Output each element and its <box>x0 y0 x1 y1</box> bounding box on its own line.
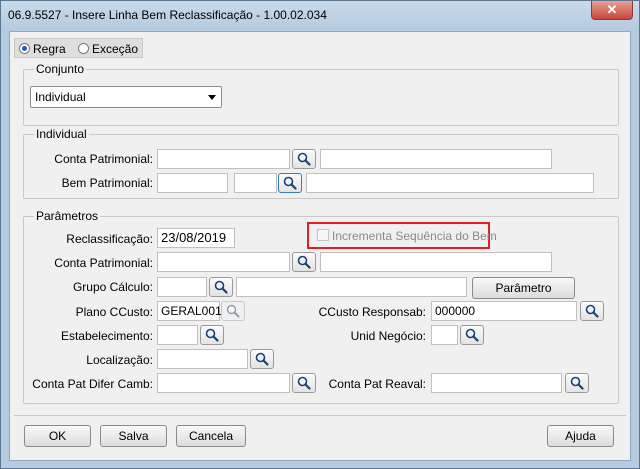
search-icon <box>283 176 297 190</box>
individual-conta-patrimonial-search-button[interactable] <box>292 149 316 169</box>
save-button[interactable]: Salva <box>100 425 167 447</box>
conjunto-group-label: Conjunto <box>34 62 87 76</box>
search-icon <box>297 152 311 166</box>
ccusto-responsab-input[interactable]: 000000 <box>431 301 577 321</box>
parametros-group-label: Parâmetros <box>34 209 101 223</box>
grupo-calculo-description <box>236 277 467 297</box>
cancel-button[interactable]: Cancela <box>176 425 246 447</box>
conjunto-select[interactable]: Individual <box>30 86 222 108</box>
ok-button[interactable]: OK <box>24 425 91 447</box>
estabelecimento-input[interactable] <box>157 325 198 345</box>
individual-bem-patrimonial-label: Bem Patrimonial: <box>61 176 153 190</box>
parametro-button[interactable]: Parâmetro <box>472 277 575 299</box>
window-title: 06.9.5527 - Insere Linha Bem Reclassific… <box>8 8 327 22</box>
reclassificacao-date-input[interactable]: 23/08/2019 <box>157 228 235 248</box>
conta-pat-reaval-search-button[interactable] <box>565 373 589 393</box>
search-icon <box>255 352 269 366</box>
grupo-calculo-label: Grupo Cálculo: <box>72 280 153 294</box>
individual-bem-patrimonial-input[interactable] <box>157 173 228 193</box>
dialog-window: 06.9.5527 - Insere Linha Bem Reclassific… <box>0 0 640 469</box>
conta-pat-reaval-label: Conta Pat Reaval: <box>328 377 426 391</box>
incrementa-checkbox-label[interactable]: Incrementa Sequência do Bem <box>332 229 497 243</box>
search-icon <box>585 304 599 318</box>
individual-conta-patrimonial-label: Conta Patrimonial: <box>54 152 153 166</box>
plano-ccusto-input[interactable]: GERAL001 <box>157 301 222 321</box>
search-icon <box>226 304 240 318</box>
title-bar[interactable]: 06.9.5527 - Insere Linha Bem Reclassific… <box>1 1 639 29</box>
unid-negocio-search-button[interactable] <box>460 325 484 345</box>
grupo-calculo-search-button[interactable] <box>209 277 233 297</box>
dialog-client-area: Regra Exceção Conjunto Individual Indivi… <box>9 31 631 461</box>
button-bar-divider <box>14 415 626 416</box>
unid-negocio-input[interactable] <box>431 325 458 345</box>
close-button[interactable]: ✕ <box>591 1 633 20</box>
conjunto-select-value: Individual <box>35 90 86 104</box>
grupo-calculo-input[interactable] <box>157 277 207 297</box>
estabelecimento-label: Estabelecimento: <box>60 329 153 343</box>
radio-regra[interactable] <box>19 43 30 54</box>
search-icon <box>297 255 311 269</box>
help-button[interactable]: Ajuda <box>547 425 614 447</box>
radio-excecao-label[interactable]: Exceção <box>92 42 138 56</box>
individual-bem-patrimonial-search-button[interactable] <box>278 173 302 193</box>
reclassificacao-label: Reclassificação: <box>66 232 153 246</box>
localizacao-label: Localização: <box>86 353 153 367</box>
individual-conta-patrimonial-description <box>320 149 552 169</box>
search-icon <box>297 376 311 390</box>
conta-pat-difer-camb-label: Conta Pat Difer Camb: <box>32 377 153 391</box>
ccusto-responsab-label: CCusto Responsab: <box>318 305 426 319</box>
search-icon <box>205 328 219 342</box>
individual-conta-patrimonial-input[interactable] <box>157 149 290 169</box>
parametros-conta-patrimonial-input[interactable] <box>157 252 290 272</box>
search-icon <box>465 328 479 342</box>
parametros-conta-patrimonial-label: Conta Patrimonial: <box>54 256 153 270</box>
parametros-conta-patrimonial-description <box>320 252 552 272</box>
radio-regra-label[interactable]: Regra <box>33 42 66 56</box>
localizacao-search-button[interactable] <box>250 349 274 369</box>
individual-group-label: Individual <box>34 127 89 141</box>
conta-pat-difer-camb-search-button[interactable] <box>292 373 316 393</box>
chevron-down-icon <box>208 95 216 100</box>
conta-pat-difer-camb-input[interactable] <box>157 373 290 393</box>
incrementa-checkbox[interactable] <box>317 229 329 241</box>
search-icon <box>570 376 584 390</box>
plano-ccusto-search-button[interactable] <box>221 301 245 321</box>
conta-pat-reaval-input[interactable] <box>431 373 562 393</box>
parametros-conta-patrimonial-search-button[interactable] <box>292 252 316 272</box>
unid-negocio-label: Unid Negócio: <box>350 329 426 343</box>
search-icon <box>214 280 228 294</box>
plano-ccusto-label: Plano CCusto: <box>75 305 153 319</box>
estabelecimento-search-button[interactable] <box>200 325 224 345</box>
localizacao-input[interactable] <box>157 349 248 369</box>
individual-bem-patrimonial-seq-input[interactable] <box>234 173 277 193</box>
ccusto-responsab-search-button[interactable] <box>580 301 604 321</box>
individual-bem-patrimonial-description <box>306 173 594 193</box>
radio-excecao[interactable] <box>78 43 89 54</box>
